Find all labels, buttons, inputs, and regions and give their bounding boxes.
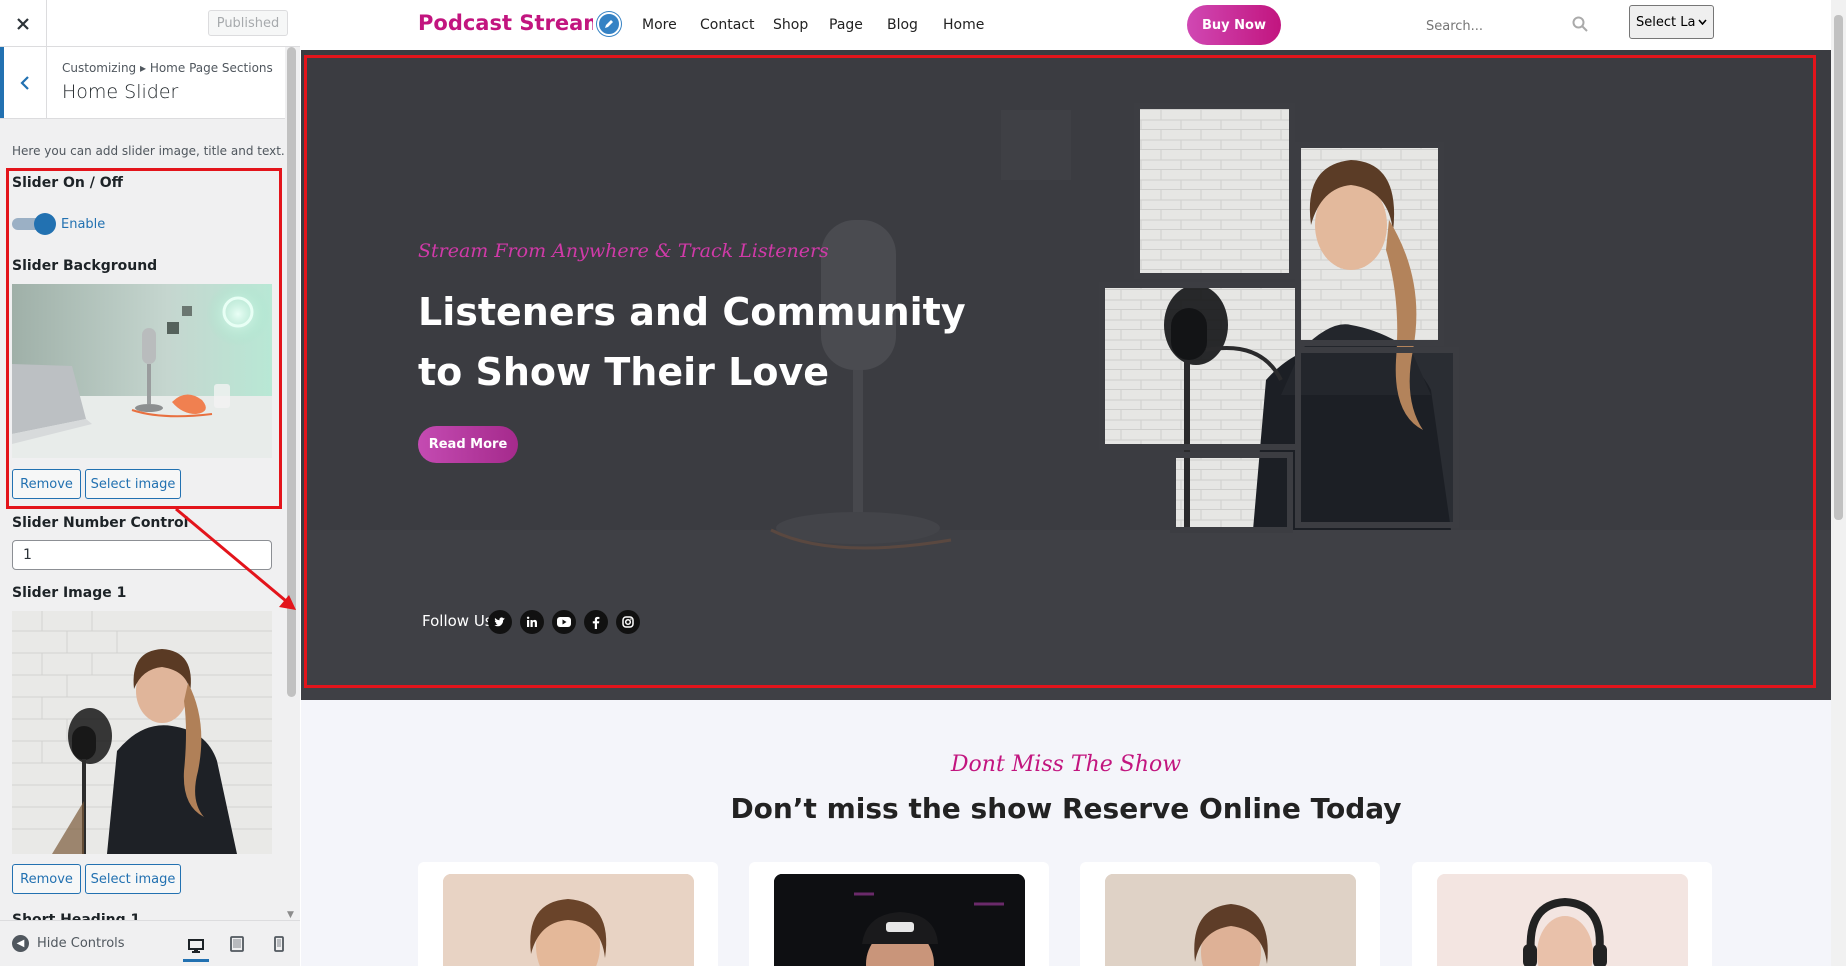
section-title-bar: Customizing ▸ Home Page Sections Home Sl… (0, 47, 285, 119)
preview-tablet-button[interactable] (224, 933, 250, 955)
remove-background-button[interactable]: Remove (12, 469, 81, 499)
show-title: Don’t miss the show Reserve Online Today (730, 792, 1402, 825)
customizer-header: Published (0, 0, 300, 47)
nav-shop[interactable]: Shop (773, 17, 808, 33)
collapse-arrow-icon: ◀ (12, 935, 29, 952)
host-card[interactable] (749, 862, 1049, 966)
chevron-down-icon (1698, 19, 1707, 25)
scroll-down-arrow-icon[interactable]: ▼ (287, 910, 294, 920)
short-heading-label: Short Heading 1 (12, 912, 141, 920)
breadcrumb: Customizing ▸ Home Page Sections (62, 61, 273, 75)
close-icon (17, 17, 29, 30)
nav-contact[interactable]: Contact (700, 17, 754, 33)
preview-scrollbar[interactable] (1831, 0, 1846, 966)
slider-enable-toggle[interactable] (12, 213, 56, 235)
site-logo[interactable]: Podcast Streaming (418, 11, 593, 35)
site-header: Podcast Streaming More Contact Shop Page… (301, 0, 1831, 50)
hero-subheading: Stream From Anywhere & Track Listeners (418, 240, 829, 262)
mobile-icon (274, 936, 284, 952)
slider-image1-photo (12, 611, 272, 854)
host-card[interactable] (1412, 862, 1712, 966)
customizer-controls: Here you can add slider image, title and… (0, 120, 285, 920)
select-slider-image1-button[interactable]: Select image (85, 864, 181, 894)
youtube-icon (557, 617, 571, 627)
linkedin-link[interactable] (520, 610, 544, 634)
chevron-left-icon (20, 75, 29, 90)
hide-controls-button[interactable]: ◀ Hide Controls (12, 935, 125, 952)
nav-more[interactable]: More (642, 17, 677, 33)
remove-slider-image1-button[interactable]: Remove (12, 864, 81, 894)
linkedin-icon (526, 616, 537, 627)
section-description: Here you can add slider image, title and… (12, 144, 285, 158)
nav-home[interactable]: Home (943, 17, 984, 33)
published-button[interactable]: Published (208, 10, 288, 36)
host-card-image (1105, 874, 1356, 966)
sidebar-scrollbar-thumb[interactable] (287, 47, 296, 697)
slider-onoff-label: Slider On / Off (12, 175, 123, 191)
close-customizer-button[interactable] (0, 0, 47, 47)
customizer-sidebar: Published Customizing ▸ Home Page Sectio… (0, 0, 300, 966)
edit-shortcut-button[interactable] (597, 12, 621, 36)
host-card-image (774, 874, 1025, 966)
slider-image1-thumbnail[interactable] (12, 611, 272, 854)
nav-blog[interactable]: Blog (887, 17, 918, 33)
hero-slider: Stream From Anywhere & Track Listeners L… (301, 50, 1831, 700)
language-select-value: Select La (1636, 14, 1696, 30)
slider-number-label: Slider Number Control (12, 515, 189, 531)
host-card[interactable] (418, 862, 718, 966)
site-preview: Podcast Streaming More Contact Shop Page… (301, 0, 1846, 966)
pencil-icon (605, 20, 613, 28)
instagram-link[interactable] (616, 610, 640, 634)
read-more-button[interactable]: Read More (418, 426, 518, 463)
host-card-image (1437, 874, 1688, 966)
search-icon[interactable] (1572, 16, 1588, 32)
toggle-state-label: Enable (61, 217, 106, 232)
slider-background-image (12, 284, 272, 458)
customizer-footer: ◀ Hide Controls (0, 920, 300, 966)
host-card-image (443, 874, 694, 966)
buy-now-button[interactable]: Buy Now (1187, 5, 1281, 45)
twitter-icon (494, 617, 505, 627)
preview-desktop-button[interactable] (183, 933, 209, 962)
nav-page[interactable]: Page (829, 17, 863, 33)
slider-background-thumbnail[interactable] (12, 284, 272, 458)
page-title: Home Slider (62, 81, 179, 103)
back-button[interactable] (0, 47, 47, 118)
toggle-knob (34, 213, 56, 235)
twitter-link[interactable] (488, 610, 512, 634)
sidebar-scrollbar[interactable]: ▼ (285, 47, 300, 920)
hero-title: Listeners and Community to Show Their Lo… (418, 290, 966, 394)
host-card[interactable] (1080, 862, 1380, 966)
language-select[interactable]: Select La (1629, 5, 1714, 39)
facebook-link[interactable] (584, 610, 608, 634)
youtube-link[interactable] (552, 610, 576, 634)
slider-image1-label: Slider Image 1 (12, 585, 127, 601)
instagram-icon (622, 616, 634, 628)
show-subheading: Dont Miss The Show (950, 752, 1182, 777)
hide-controls-label: Hide Controls (37, 936, 125, 951)
facebook-icon (592, 616, 600, 629)
preview-mobile-button[interactable] (266, 933, 292, 955)
select-background-image-button[interactable]: Select image (85, 469, 181, 499)
slider-background-label: Slider Background (12, 258, 158, 274)
search-input[interactable] (1426, 15, 1596, 37)
preview-scrollbar-thumb[interactable] (1834, 15, 1843, 520)
slider-number-input[interactable] (12, 540, 272, 570)
tablet-icon (230, 936, 244, 952)
desktop-icon (188, 939, 204, 953)
